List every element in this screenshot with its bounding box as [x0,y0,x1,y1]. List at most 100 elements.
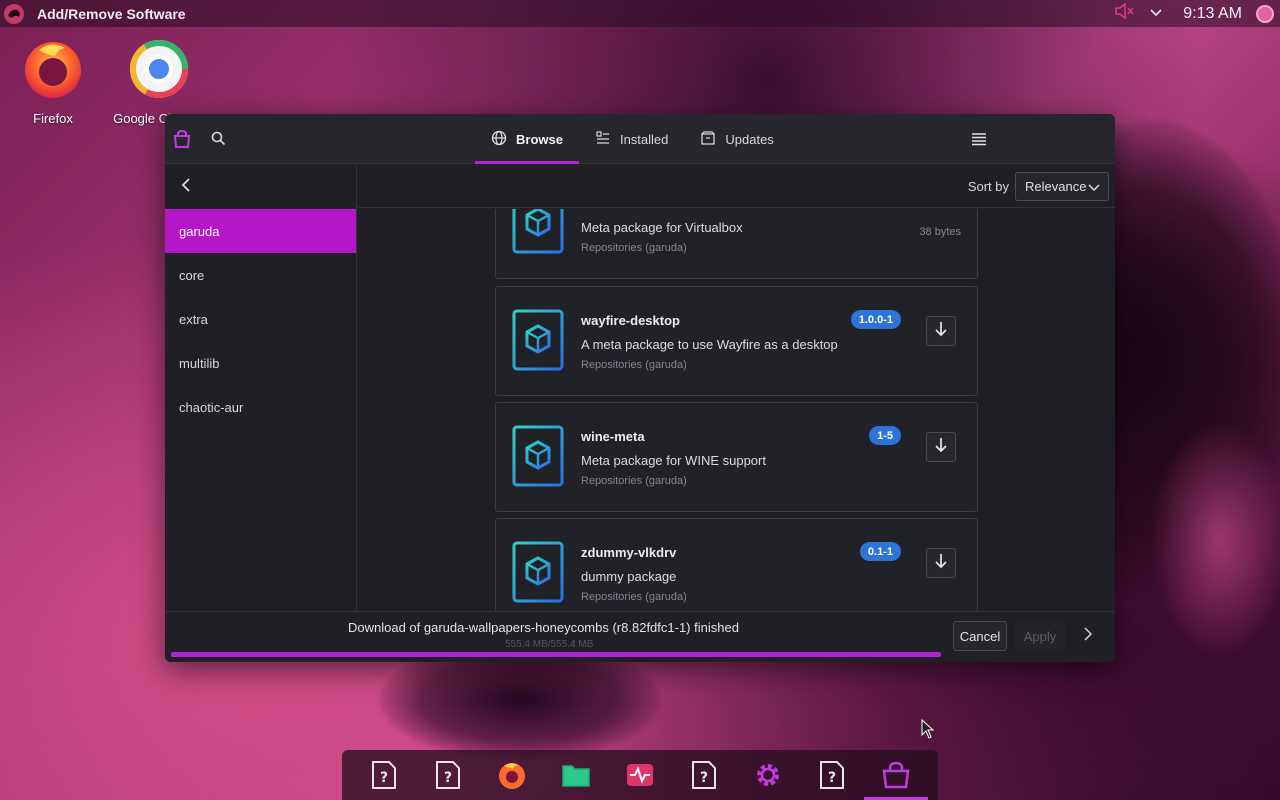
view-tabs: Browse Installed Updates [475,114,790,164]
package-description: dummy package [581,569,677,584]
chevron-right-icon[interactable] [1083,626,1093,647]
sidebar-item-garuda[interactable]: garuda [165,209,356,253]
package-icon [700,130,716,149]
sort-dropdown[interactable]: Relevance [1015,172,1109,201]
unknown-file-icon: ? [436,761,460,789]
dock-item-firefox[interactable] [492,752,532,798]
tab-updates[interactable]: Updates [684,114,789,164]
search-icon[interactable] [211,131,226,151]
unknown-file-icon: ? [372,761,396,789]
sidebar-item-extra[interactable]: extra [165,297,356,341]
package-repo: Repositories (garuda) [581,475,687,487]
shopping-bag-icon[interactable] [171,128,193,155]
repository-sidebar: garuda core extra multilib chaotic-aur [165,165,357,611]
svg-text:?: ? [828,770,836,786]
activity-monitor-icon [627,764,653,786]
package-list[interactable]: Meta package for Virtualbox Repositories… [358,209,1115,611]
chevron-left-icon [181,177,191,197]
package-box-icon [512,309,564,376]
desktop-icon-label: Firefox [33,111,73,126]
progress-bar [171,652,941,657]
version-badge: 1.0.0-1 [850,310,901,329]
package-name: wayfire-desktop [581,313,680,328]
firefox-icon [499,763,525,789]
dock-item-unknown-app[interactable]: ? [812,752,852,798]
tab-label: Browse [516,131,563,147]
package-card[interactable]: wayfire-desktop A meta package to use Wa… [495,286,978,396]
transaction-bar: Download of garuda-wallpapers-honeycombs… [165,611,1115,662]
dock-item-unknown-app[interactable]: ? [364,752,404,798]
unknown-file-icon: ? [820,761,844,789]
volume-muted-icon[interactable] [1113,2,1135,25]
clock[interactable]: 9:13 AM [1183,5,1242,23]
dock-item-files[interactable] [556,752,596,798]
firefox-icon [25,42,81,98]
progress-fill [171,652,941,657]
package-name: zdummy-vlkdrv [581,545,677,560]
download-button[interactable] [926,432,956,462]
wallpaper-highlight [1150,420,1280,660]
desktop-icon-google-chrome[interactable]: Google Chrome [109,36,209,126]
sort-selected-value: Relevance [1025,179,1087,194]
top-panel: Add/Remove Software 9:13 AM [0,0,1280,27]
package-description: Meta package for Virtualbox [581,220,743,235]
chrome-icon [130,40,188,98]
tab-label: Installed [619,131,669,147]
dock-item-system-monitor[interactable] [620,752,660,798]
package-box-icon [512,541,564,608]
package-card[interactable]: zdummy-vlkdrv dummy package Repositories… [495,518,978,611]
version-badge: 1-5 [869,426,901,445]
chevron-down-icon[interactable] [1149,5,1163,23]
mouse-cursor-icon [921,718,935,744]
globe-icon [491,130,507,149]
dock-item-add-remove-software[interactable] [864,752,928,800]
arrow-down-icon [934,321,948,342]
user-avatar[interactable] [1256,4,1274,23]
garuda-logo-icon[interactable] [3,3,25,25]
sidebar-item-multilib[interactable]: multilib [165,341,356,385]
chevron-down-icon [1088,181,1100,196]
tab-installed[interactable]: Installed [579,114,684,164]
list-icon [595,130,611,149]
svg-text:?: ? [700,770,708,786]
apply-button[interactable]: Apply [1015,621,1065,651]
sidebar-item-chaotic-aur[interactable]: chaotic-aur [165,385,356,429]
sort-bar: Sort by Relevance [358,165,1115,208]
dock: ? ? ? ? [342,750,938,800]
tab-browse[interactable]: Browse [475,114,579,164]
download-button[interactable] [926,548,956,578]
status-message: Download of garuda-wallpapers-honeycombs… [348,620,739,635]
svg-text:?: ? [444,770,452,786]
package-repo: Repositories (garuda) [581,591,687,603]
package-card[interactable]: wine-meta Meta package for WINE support … [495,402,978,512]
arrow-down-icon [934,553,948,574]
package-repo: Repositories (garuda) [581,242,687,254]
dock-item-unknown-app[interactable]: ? [684,752,724,798]
package-description: Meta package for WINE support [581,453,766,468]
cancel-button[interactable]: Cancel [953,621,1007,651]
download-size: 555.4 MB/555.4 MB [505,639,594,650]
shopping-bag-icon [882,761,910,789]
desktop-icon-firefox[interactable]: Firefox [3,36,103,126]
version-badge: 0.1-1 [859,542,901,561]
package-box-icon [512,209,564,259]
svg-text:?: ? [380,770,388,786]
dock-item-unknown-app[interactable]: ? [428,752,468,798]
folder-icon [562,765,590,787]
hamburger-menu-icon[interactable] [971,132,987,151]
package-repo: Repositories (garuda) [581,359,687,371]
package-card[interactable]: Meta package for Virtualbox Repositories… [495,209,978,279]
gear-icon [757,764,779,786]
package-size: 38 bytes [919,226,961,238]
active-window-title: Add/Remove Software [37,5,186,22]
add-remove-software-window: Browse Installed Updates garuda core ext… [165,114,1115,662]
back-button[interactable] [165,165,356,209]
download-button[interactable] [926,316,956,346]
package-box-icon [512,425,564,492]
dock-item-settings[interactable] [748,752,788,798]
arrow-down-icon [934,437,948,458]
header-bar: Browse Installed Updates [165,114,1115,164]
package-description: A meta package to use Wayfire as a deskt… [581,337,838,352]
sidebar-item-core[interactable]: core [165,253,356,297]
sort-label: Sort by [967,179,1009,194]
